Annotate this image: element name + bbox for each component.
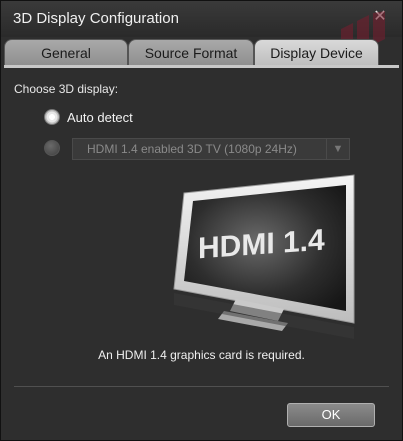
tab-bar: General Source Format Display Device <box>4 39 399 66</box>
manual-display-radio[interactable] <box>44 140 60 156</box>
tab-source-format[interactable]: Source Format <box>128 39 254 66</box>
tab-display-device[interactable]: Display Device <box>254 39 379 66</box>
display-device-select-value: HDMI 1.4 enabled 3D TV (1080p 24Hz) <box>87 142 297 156</box>
choose-display-label: Choose 3D display: <box>14 82 119 96</box>
auto-detect-radio[interactable] <box>44 109 60 125</box>
requirement-note: An HDMI 1.4 graphics card is required. <box>98 348 305 362</box>
tab-underline <box>4 65 399 68</box>
chevron-down-icon: ▼ <box>326 139 349 159</box>
display-device-select[interactable]: HDMI 1.4 enabled 3D TV (1080p 24Hz) ▼ <box>72 138 350 160</box>
ok-button[interactable]: OK <box>287 403 375 427</box>
window-title: 3D Display Configuration <box>13 10 179 27</box>
auto-detect-label[interactable]: Auto detect <box>67 110 133 125</box>
dialog-window: 3D Display Configuration ✕ General Sourc… <box>0 0 403 441</box>
footer-divider <box>14 386 389 387</box>
tab-general[interactable]: General <box>4 39 128 66</box>
